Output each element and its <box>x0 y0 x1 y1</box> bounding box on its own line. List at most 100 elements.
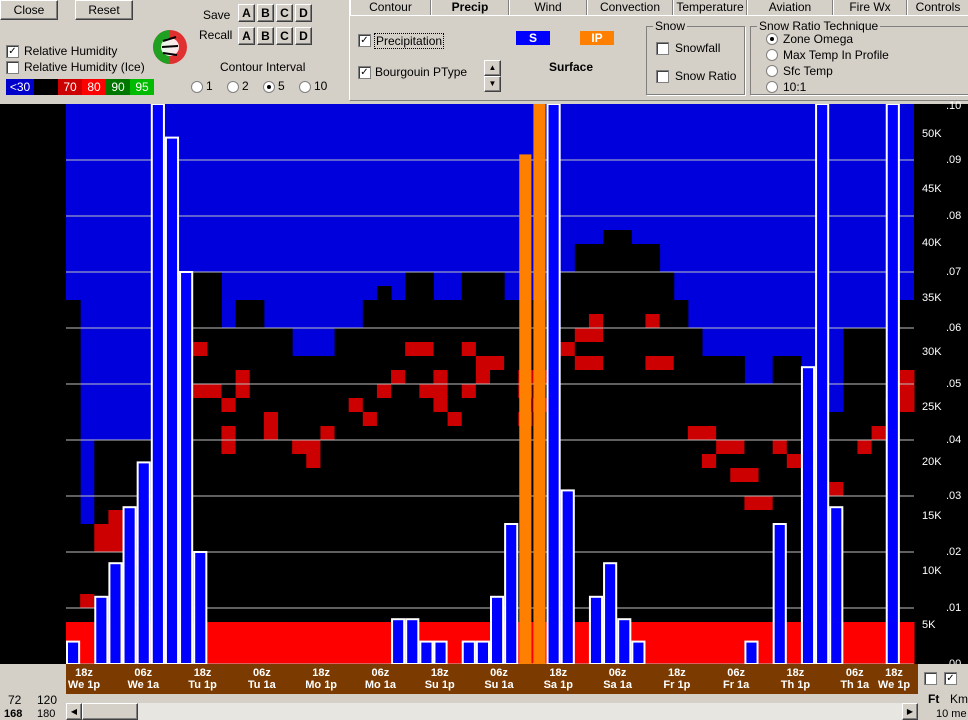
reset-button[interactable]: Reset <box>75 0 133 20</box>
rh-cell <box>122 454 138 469</box>
rh-cell <box>659 650 675 664</box>
recall-slot-a[interactable]: A <box>238 27 255 45</box>
rh-cell <box>490 566 505 581</box>
rh-cell <box>871 580 887 595</box>
rh-cell <box>376 552 392 567</box>
spinner-up-button[interactable]: ▲ <box>484 60 501 76</box>
horizontal-scrollbar[interactable]: ◀ ▶ <box>66 703 918 720</box>
unit-checkbox-right[interactable]: ✓ <box>944 672 957 685</box>
tab-convection[interactable]: Convection <box>587 0 673 15</box>
recall-slot-c[interactable]: C <box>276 27 293 45</box>
rh-cell <box>80 580 95 595</box>
snowfall-checkbox[interactable] <box>656 42 669 55</box>
rh-cell <box>659 370 675 385</box>
rh-cell <box>292 370 307 385</box>
rh-cell <box>108 510 124 525</box>
rh-cell <box>405 356 420 371</box>
rh-cell <box>391 426 406 441</box>
rh-cell <box>899 594 915 609</box>
rh-cell <box>645 524 661 539</box>
rh-cell <box>207 440 222 455</box>
rh-cell <box>588 566 604 581</box>
relative-humidity-ice-checkbox[interactable] <box>6 61 19 74</box>
snow-ratio-radio-10-1[interactable] <box>766 81 778 93</box>
rh-cell <box>278 468 293 483</box>
rh-cell <box>786 622 802 637</box>
contour-interval-radio-5[interactable] <box>263 81 275 93</box>
recall-slot-d[interactable]: D <box>295 27 312 45</box>
snow-ratio-radio-sfc-temp[interactable] <box>766 65 778 77</box>
rh-cell <box>419 300 434 315</box>
snow-ratio-checkbox[interactable] <box>656 70 669 83</box>
contour-interval-radio-1[interactable] <box>191 81 203 93</box>
rh-cell <box>871 552 887 567</box>
rh-cell <box>391 300 406 315</box>
save-slot-c[interactable]: C <box>276 4 293 22</box>
close-button[interactable]: Close <box>0 0 58 20</box>
time-axis-tick: 18z Tu 1p <box>179 667 227 691</box>
rh-cell <box>475 370 491 385</box>
rh-legend-swatch: <30 <box>6 79 34 95</box>
rh-cell <box>786 608 802 623</box>
tab-contour[interactable]: Contour <box>350 0 431 15</box>
relative-humidity-checkbox[interactable]: ✓ <box>6 45 19 58</box>
save-slot-b[interactable]: B <box>257 4 274 22</box>
scroll-right-button[interactable]: ▶ <box>902 703 918 720</box>
rh-cell <box>843 552 858 567</box>
rh-cell <box>348 594 364 609</box>
rh-cell <box>433 398 449 413</box>
rh-cell <box>235 580 251 595</box>
bourgouin-ptype-checkbox[interactable]: ✓ <box>358 66 371 79</box>
rh-cell <box>702 426 717 441</box>
rh-cell <box>235 594 251 609</box>
rh-cell <box>645 454 661 469</box>
save-slot-d[interactable]: D <box>295 4 312 22</box>
snow-ratio-radio-max-temp[interactable] <box>766 49 778 61</box>
precipitation-checkbox[interactable]: ✓ <box>358 34 371 47</box>
rh-cell <box>631 622 646 637</box>
scroll-thumb[interactable] <box>82 703 138 720</box>
rh-cell <box>278 524 293 539</box>
rh-cell <box>66 524 81 539</box>
unit-checkbox-left[interactable] <box>924 672 937 685</box>
rh-cell <box>447 440 463 455</box>
rh-cell <box>786 398 802 413</box>
rh-cell <box>405 370 420 385</box>
rh-cell <box>843 608 858 623</box>
rh-cell <box>249 552 265 567</box>
rh-cell <box>207 650 222 664</box>
rh-cell <box>207 468 222 483</box>
save-slot-a[interactable]: A <box>238 4 255 22</box>
rh-cell <box>574 454 590 469</box>
scroll-left-button[interactable]: ◀ <box>66 703 82 720</box>
rh-cell <box>278 622 293 637</box>
rh-cell <box>235 636 251 651</box>
tab-precip[interactable]: Precip <box>431 0 509 15</box>
spinner-down-button[interactable]: ▼ <box>484 76 501 92</box>
rh-cell <box>193 342 208 357</box>
rh-cell <box>490 468 505 483</box>
tab-fire-wx[interactable]: Fire Wx <box>833 0 907 15</box>
tab-wind[interactable]: Wind <box>509 0 587 15</box>
recall-slot-b[interactable]: B <box>257 27 274 45</box>
snow-ratio-radio-zone-omega[interactable] <box>766 33 778 45</box>
level-spinner[interactable]: ▲ ▼ <box>484 60 501 92</box>
tab-temperature[interactable]: Temperature <box>673 0 747 15</box>
snow-bar <box>800 366 816 664</box>
rh-cell <box>730 524 745 539</box>
tab-aviation[interactable]: Aviation <box>747 0 833 15</box>
rh-cell <box>249 566 265 581</box>
rh-cell <box>475 356 491 371</box>
rh-cell <box>588 580 604 595</box>
rh-cell <box>687 524 703 539</box>
time-axis-tick: 18z Su 1p <box>416 667 464 691</box>
app-logo-icon <box>150 27 190 67</box>
contour-interval-radio-2[interactable] <box>227 81 239 93</box>
contour-interval-radio-10[interactable] <box>299 81 311 93</box>
rh-cell <box>221 440 237 455</box>
rh-cell <box>702 398 717 413</box>
rh-cell <box>108 538 124 553</box>
tab-controls[interactable]: Controls <box>907 0 968 15</box>
rh-cell <box>730 370 745 385</box>
rh-cell <box>94 552 109 567</box>
